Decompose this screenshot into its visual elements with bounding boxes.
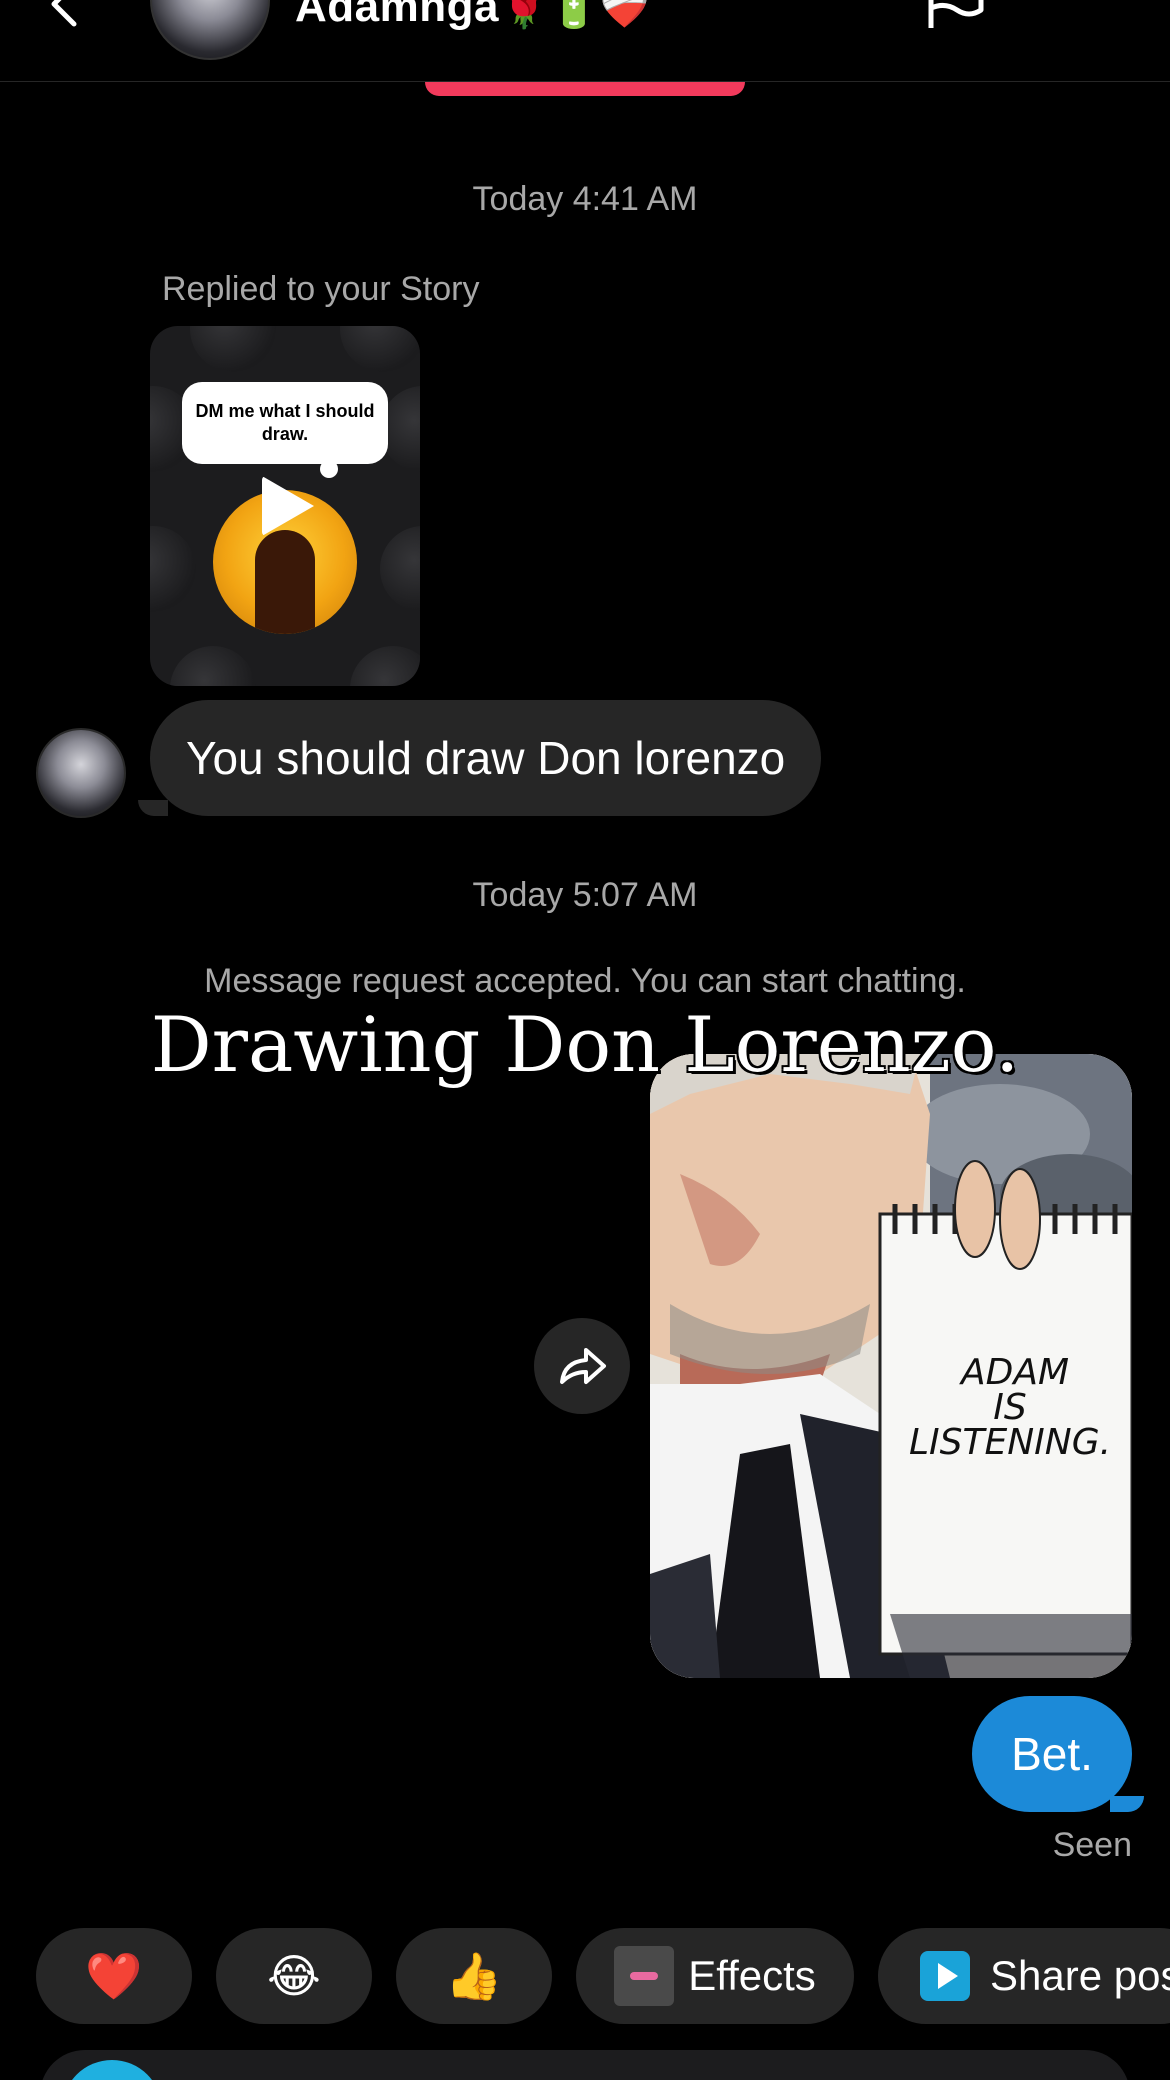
- thumbs-up-icon: 👍: [445, 1948, 503, 2003]
- effects-thumbnail-icon: [614, 1946, 675, 2006]
- post-caption-overlay: Drawing Don Lorenzo.: [150, 1000, 1020, 1089]
- received-message-bubble[interactable]: You should draw Don lorenzo: [150, 700, 822, 816]
- bubble-tail: [1110, 1796, 1144, 1812]
- moon-decoration: [150, 526, 196, 612]
- manga-illustration: ADAM IS LISTENING.: [650, 1054, 1132, 1678]
- share-button[interactable]: [534, 1318, 630, 1414]
- thought-dot: [320, 460, 338, 478]
- share-post-button[interactable]: Share pos: [878, 1928, 1170, 2024]
- story-thought-bubble: DM me what I should draw.: [182, 382, 388, 464]
- moon-decoration: [190, 326, 276, 372]
- sent-message-bubble[interactable]: Bet.: [972, 1696, 1132, 1812]
- chat-screen: Adamnga🌹🔋❤️‍🩹 Today 4:41 AM Replied to y…: [0, 0, 1170, 2080]
- seen-status: Seen: [1052, 1826, 1132, 1864]
- chat-header: Adamnga🌹🔋❤️‍🩹: [0, 0, 1170, 82]
- moon-decoration: [380, 526, 420, 612]
- system-message: Message request accepted. You can start …: [204, 962, 966, 1000]
- moon-decoration: [170, 646, 256, 686]
- share-post-label: Share pos: [990, 1952, 1170, 1999]
- reaction-thumbs-up-button[interactable]: 👍: [396, 1928, 552, 2024]
- contact-name[interactable]: Adamnga🌹🔋❤️‍🩹: [295, 0, 650, 32]
- play-icon[interactable]: [262, 476, 314, 536]
- quick-actions-row: ❤️ 😂 👍 Effects Share pos: [0, 1928, 1170, 2024]
- bubble-tail: [138, 800, 168, 816]
- sender-avatar[interactable]: [36, 728, 126, 818]
- replied-to-story-label: Replied to your Story: [162, 270, 480, 308]
- flag-icon[interactable]: [925, 0, 985, 28]
- moon-decoration: [340, 326, 420, 372]
- reaction-heart-button[interactable]: ❤️: [36, 1928, 192, 2024]
- active-indicator-bar: [425, 82, 745, 96]
- sign-text-line3: LISTENING.: [909, 1422, 1111, 1463]
- timestamp: Today 5:07 AM: [472, 876, 698, 914]
- contact-avatar[interactable]: [150, 0, 270, 60]
- back-chevron-icon[interactable]: [40, 0, 90, 30]
- play-square-icon: [920, 1951, 970, 2001]
- laughing-face-icon: 😂: [267, 1949, 321, 2003]
- moon-decoration: [350, 646, 420, 686]
- share-arrow-icon: [560, 1348, 606, 1384]
- silhouette-figure: [255, 530, 315, 634]
- shared-post-image[interactable]: ADAM IS LISTENING.: [650, 1054, 1132, 1678]
- heart-icon: ❤️: [85, 1948, 143, 2003]
- effects-button[interactable]: Effects: [576, 1928, 854, 2024]
- effects-label: Effects: [688, 1952, 816, 1999]
- message-composer[interactable]: [40, 2050, 1130, 2080]
- reaction-laugh-button[interactable]: 😂: [216, 1928, 372, 2024]
- timestamp: Today 4:41 AM: [472, 180, 698, 218]
- contact-name-emojis: 🌹🔋❤️‍🩹: [498, 0, 650, 31]
- story-preview-card[interactable]: DM me what I should draw.: [150, 326, 420, 686]
- contact-name-text: Adamnga: [295, 0, 499, 31]
- more-icon[interactable]: [1055, 0, 1119, 8]
